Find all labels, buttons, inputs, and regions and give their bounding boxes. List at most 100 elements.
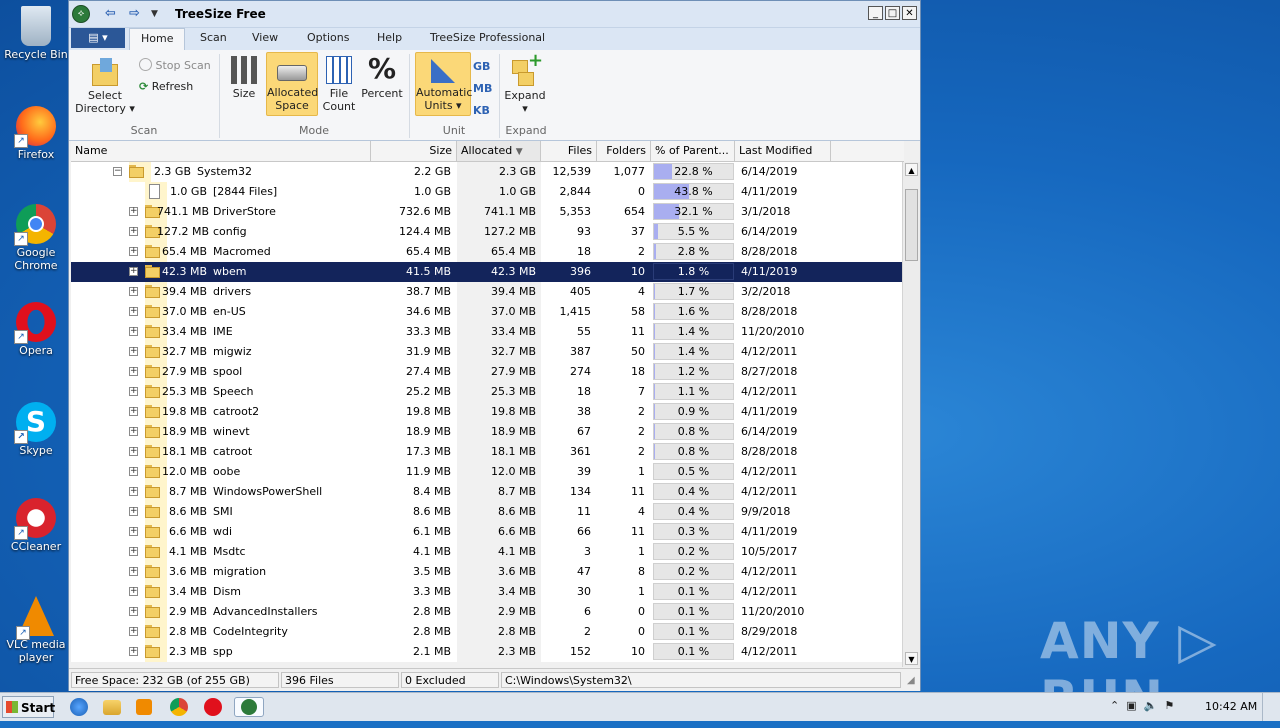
table-row[interactable]: − 2.3 GB System32 2.2 GB 2.3 GB 12,539 1,077 2… [71,162,902,182]
media-player-icon[interactable] [136,699,152,715]
opera-icon[interactable] [204,698,222,716]
column-folders[interactable]: Folders [597,141,651,161]
title-bar[interactable]: ⟡ ⇦ ⇨ ▼ TreeSize Free _ □ ✕ [69,1,920,28]
tab-treesize-professional[interactable]: TreeSize Professional [430,31,545,44]
column-size[interactable]: Size [371,141,457,161]
tab-scan[interactable]: Scan [200,31,227,44]
unit-kb-button[interactable]: KB [473,104,490,117]
expand-icon[interactable]: + [129,647,138,656]
desktop-icon-ccleaner[interactable]: ↗ CCleaner [4,498,68,553]
table-row[interactable]: +6.6 MB wdi 6.1 MB 6.6 MB 66 11 0.3 % 4/11/20… [71,522,902,542]
expand-icon[interactable]: + [129,227,138,236]
desktop-icon-recycle-bin[interactable]: Recycle Bin [4,6,68,61]
scroll-up-icon[interactable]: ▲ [905,163,918,176]
action-center-flag-icon[interactable]: ⚑ [1164,699,1174,712]
expand-icon[interactable]: + [129,427,138,436]
expand-button[interactable]: + Expand ▾ [503,52,547,116]
desktop-icon-chrome[interactable]: ↗ Google Chrome [4,204,68,272]
expand-icon[interactable]: + [129,367,138,376]
refresh-button[interactable]: ⟳ Refresh [139,80,193,93]
expand-icon[interactable]: + [129,487,138,496]
expand-icon[interactable]: + [129,327,138,336]
table-row[interactable]: +741.1 MB DriverStore 732.6 MB 741.1 MB 5,35… [71,202,902,222]
expand-icon[interactable]: + [129,287,138,296]
expand-icon[interactable]: + [129,207,138,216]
table-row[interactable]: +37.0 MB en-US 34.6 MB 37.0 MB 1,415 58 1.6 %… [71,302,902,322]
tab-options[interactable]: Options [307,31,349,44]
unit-mb-button[interactable]: MB [473,82,492,95]
table-row[interactable]: +8.6 MB SMI 8.6 MB 8.6 MB 11 4 0.4 % 9/9/2018 [71,502,902,522]
table-row[interactable]: +12.0 MB oobe 11.9 MB 12.0 MB 39 1 0.5 % 4/12… [71,462,902,482]
forward-arrow-icon[interactable]: ⇨ [129,6,140,21]
start-button[interactable]: Start [2,696,55,718]
file-menu-button[interactable]: ▤ ▾ [71,28,125,48]
minimize-button[interactable]: _ [868,6,883,20]
column-percent-of-parent[interactable]: % of Parent... [651,141,735,161]
column-last-modified[interactable]: Last Modified [735,141,831,161]
automatic-units-button[interactable]: Automatic Units ▾ [415,52,472,116]
explorer-icon[interactable] [103,700,121,715]
table-row[interactable]: +8.7 MB WindowsPowerShell 8.4 MB 8.7 MB 134 1… [71,482,902,502]
expand-icon[interactable]: + [129,267,138,276]
expand-icon[interactable]: + [129,527,138,536]
table-row[interactable]: +2.9 MB AdvancedInstallers 2.8 MB 2.9 MB 6 0 … [71,602,902,622]
expand-icon[interactable]: + [129,547,138,556]
tab-view[interactable]: View [252,31,278,44]
table-row[interactable]: +4.1 MB Msdtc 4.1 MB 4.1 MB 3 1 0.2 % 10/5/20… [71,542,902,562]
desktop-icon-vlc[interactable]: ↗ VLC media player [4,596,68,664]
expand-icon[interactable]: + [129,467,138,476]
expand-icon[interactable]: + [129,627,138,636]
back-arrow-icon[interactable]: ⇦ [105,6,116,21]
treesize-taskbar-button[interactable] [234,697,264,717]
size-mode-button[interactable]: Size [227,56,261,100]
network-icon[interactable]: ▣ [1126,699,1136,712]
table-row[interactable]: +3.6 MB migration 3.5 MB 3.6 MB 47 8 0.2 % 4/… [71,562,902,582]
quick-access-dropdown-icon[interactable]: ▼ [151,9,158,19]
scroll-down-icon[interactable]: ▼ [905,652,918,665]
table-row[interactable]: +19.8 MB catroot2 19.8 MB 19.8 MB 38 2 0.9 % … [71,402,902,422]
treesize-app-icon[interactable]: ⟡ [72,5,90,23]
show-hidden-icons-icon[interactable]: ⌃ [1110,699,1119,712]
resize-grip-icon[interactable]: ◢ [907,675,915,686]
select-directory-button[interactable]: Select Directory ▾ [75,58,135,115]
percent-mode-button[interactable]: % Percent [361,54,403,101]
table-row[interactable]: +25.3 MB Speech 25.2 MB 25.3 MB 18 7 1.1 % 4/… [71,382,902,402]
stop-scan-button[interactable]: Stop Scan [139,58,211,72]
table-row[interactable]: +18.1 MB catroot 17.3 MB 18.1 MB 361 2 0.8 % … [71,442,902,462]
table-row[interactable]: +2.3 MB spp 2.1 MB 2.3 MB 152 10 0.1 % 4/12/2… [71,642,902,662]
expand-icon[interactable]: + [129,607,138,616]
collapse-icon[interactable]: − [113,167,122,176]
show-desktop-button[interactable] [1262,693,1279,721]
tab-home[interactable]: Home [129,28,186,50]
desktop-icon-firefox[interactable]: ↗ Firefox [4,106,68,161]
expand-icon[interactable]: + [129,307,138,316]
tab-help[interactable]: Help [377,31,402,44]
table-row[interactable]: 1.0 GB [2844 Files] 1.0 GB 1.0 GB 2,844 0 43.… [71,182,902,202]
expand-icon[interactable]: + [129,507,138,516]
table-row[interactable]: +65.4 MB Macromed 65.4 MB 65.4 MB 18 2 2.8 % … [71,242,902,262]
chrome-icon[interactable] [170,698,188,716]
unit-gb-button[interactable]: GB [473,60,490,73]
directory-tree-list[interactable]: − 2.3 GB System32 2.2 GB 2.3 GB 12,539 1,077 2… [71,162,902,662]
column-files[interactable]: Files [541,141,597,161]
table-row[interactable]: +32.7 MB migwiz 31.9 MB 32.7 MB 387 50 1.4 % … [71,342,902,362]
column-allocated[interactable]: Allocated ▼ [457,141,541,161]
expand-icon[interactable]: + [129,347,138,356]
table-row[interactable]: +3.4 MB Dism 3.3 MB 3.4 MB 30 1 0.1 % 4/12/20… [71,582,902,602]
table-row[interactable]: +42.3 MB wbem 41.5 MB 42.3 MB 396 10 1.8 % 4/… [71,262,902,282]
expand-icon[interactable]: + [129,407,138,416]
close-button[interactable]: ✕ [902,6,917,20]
table-row[interactable]: +33.4 MB IME 33.3 MB 33.4 MB 55 11 1.4 % 11/2… [71,322,902,342]
table-row[interactable]: +127.2 MB config 124.4 MB 127.2 MB 93 37 5.5 … [71,222,902,242]
file-count-mode-button[interactable]: File Count [321,56,357,113]
desktop-icon-opera[interactable]: ↗ Opera [4,302,68,357]
desktop-icon-skype[interactable]: S ↗ Skype [4,402,68,457]
maximize-button[interactable]: □ [885,6,900,20]
table-row[interactable]: +18.9 MB winevt 18.9 MB 18.9 MB 67 2 0.8 % 6/… [71,422,902,442]
expand-icon[interactable]: + [129,447,138,456]
clock[interactable]: 10:42 AM [1205,700,1257,713]
table-row[interactable]: +39.4 MB drivers 38.7 MB 39.4 MB 405 4 1.7 % … [71,282,902,302]
ie-icon[interactable] [70,698,88,716]
volume-icon[interactable]: 🔈 [1144,699,1158,712]
column-name[interactable]: Name [71,141,371,161]
